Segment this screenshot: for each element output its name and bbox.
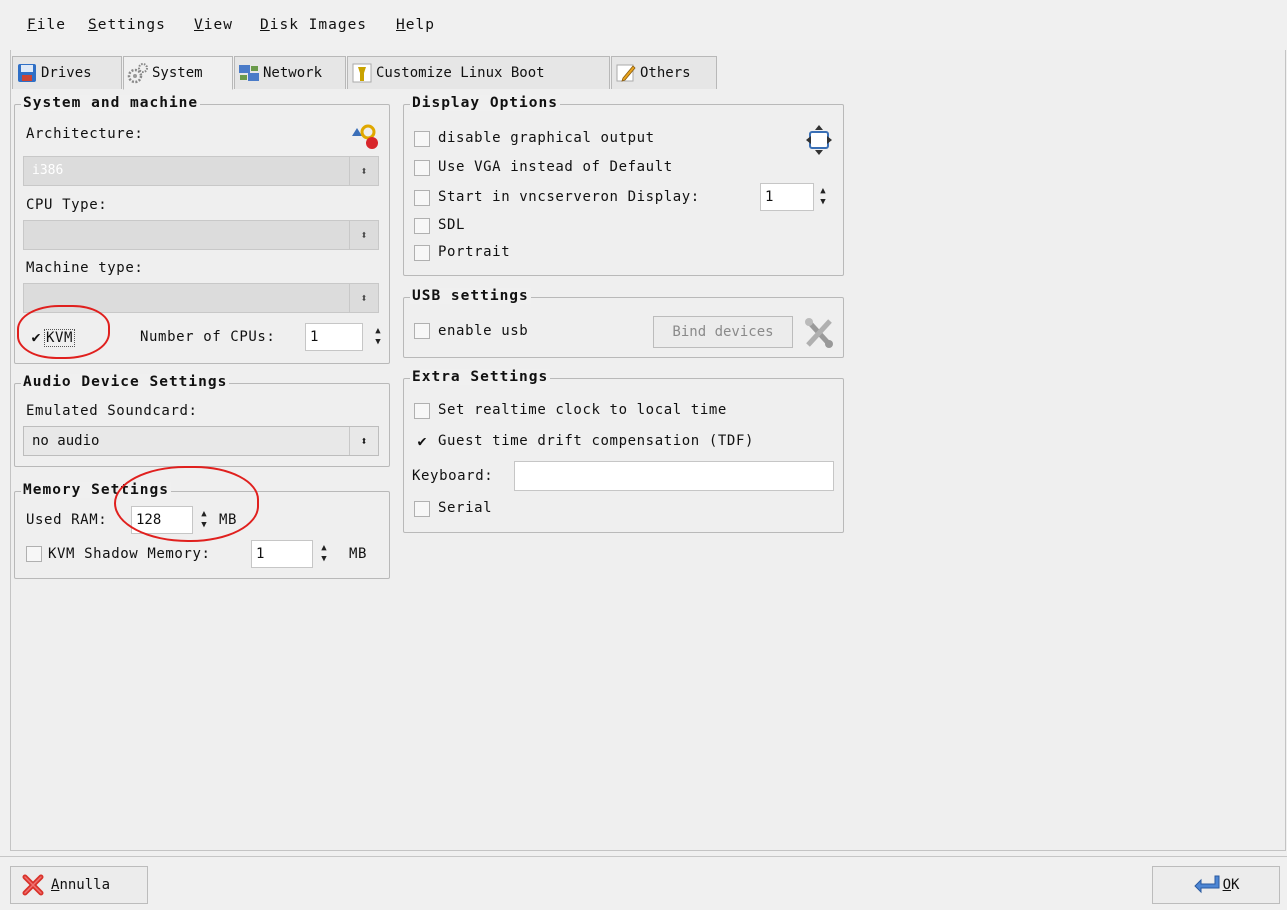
shapes-refresh-icon[interactable]: [348, 120, 382, 150]
architecture-select[interactable]: i386 ⬍: [23, 156, 379, 186]
tab-customize-linux-boot[interactable]: Customize Linux Boot: [347, 56, 610, 89]
audio-title: Audio Device Settings: [21, 374, 230, 390]
num-cpus-label: Number of CPUs:: [140, 329, 276, 345]
kvm-shadow-spinbox[interactable]: 1 ▲ ▼: [251, 540, 327, 568]
rtc-local-label: Set realtime clock to local time: [438, 402, 727, 418]
use-vga-label: Use VGA instead of Default: [438, 159, 673, 175]
vnc-display-value: 1: [765, 189, 774, 205]
updown-arrow-icon: ⬍: [349, 427, 378, 455]
machine-type-label: Machine type:: [26, 260, 144, 276]
tab-network[interactable]: Network: [234, 56, 346, 89]
menu-settings-label: ettings: [97, 17, 166, 33]
menu-bar: File Settings View Disk Images Help: [0, 0, 1287, 50]
tdf-checkbox[interactable]: ✔: [414, 434, 430, 450]
architecture-label: Architecture:: [26, 126, 144, 142]
menu-help-label: elp: [405, 17, 435, 33]
cancel-button[interactable]: Annulla: [10, 866, 148, 904]
menu-settings-mnemonic: S: [88, 17, 98, 33]
tab-network-label: Network: [263, 65, 323, 81]
keyboard-label: Keyboard:: [412, 468, 494, 484]
tools-icon[interactable]: [802, 315, 836, 351]
gears-icon: [127, 63, 148, 84]
tdf-label: Guest time drift compensation (TDF): [438, 433, 755, 449]
start-vnc-label: Start in vncserveron Display:: [438, 189, 700, 205]
display-options-title: Display Options: [410, 95, 560, 111]
menu-disk-mnemonic: D: [260, 17, 270, 33]
updown-arrow-icon: ⬍: [349, 284, 378, 312]
tab-drives[interactable]: Drives: [12, 56, 122, 89]
spin-arrows-icon[interactable]: ▲ ▼: [370, 326, 386, 350]
soundcard-label: Emulated Soundcard:: [26, 403, 198, 419]
menu-view-label: iew: [203, 17, 233, 33]
button-bar: [0, 856, 1287, 910]
kvm-shadow-label: KVM Shadow Memory:: [48, 546, 211, 562]
architecture-value: i386: [32, 163, 64, 178]
enable-usb-label: enable usb: [438, 323, 529, 339]
spin-arrows-icon[interactable]: ▲ ▼: [815, 186, 831, 210]
portrait-label: Portrait: [438, 244, 511, 260]
tab-drives-label: Drives: [41, 65, 92, 81]
soundcard-select[interactable]: no audio ⬍: [23, 426, 379, 456]
vnc-display-spinbox[interactable]: 1 ▲ ▼: [760, 183, 826, 211]
ok-mnemonic: O: [1222, 877, 1231, 893]
rtc-local-checkbox[interactable]: [414, 403, 430, 419]
updown-arrow-icon: ⬍: [349, 157, 378, 185]
menu-file-mnemonic: F: [27, 17, 37, 33]
updown-arrow-icon: ⬍: [349, 221, 378, 249]
sdl-checkbox[interactable]: [414, 218, 430, 234]
display-move-icon[interactable]: [804, 124, 834, 156]
soundcard-value: no audio: [32, 433, 100, 449]
num-cpus-spinbox[interactable]: 1 ▲ ▼: [305, 323, 381, 351]
kvm-shadow-checkbox[interactable]: [26, 546, 42, 562]
network-icon: [239, 65, 259, 81]
menu-view-mnemonic: V: [194, 17, 204, 33]
pencil-edit-icon: [616, 64, 636, 82]
floppy-icon: [18, 64, 36, 82]
num-cpus-value: 1: [310, 329, 319, 345]
usb-title: USB settings: [410, 288, 531, 304]
tab-linux-boot-label: Customize Linux Boot: [376, 65, 545, 81]
portrait-checkbox[interactable]: [414, 245, 430, 261]
cpu-type-label: CPU Type:: [26, 197, 108, 213]
disable-graphical-checkbox[interactable]: [414, 131, 430, 147]
cpu-type-select[interactable]: ⬍: [23, 220, 379, 250]
kvm-annotation-circle: [17, 305, 110, 359]
keyboard-input[interactable]: [514, 461, 834, 491]
disable-graphical-label: disable graphical output: [438, 130, 655, 146]
tab-others-label: Others: [640, 65, 691, 81]
menu-settings[interactable]: Settings: [88, 17, 166, 33]
menu-disk-label: isk Images: [269, 17, 368, 33]
menu-disk-images[interactable]: Disk Images: [260, 17, 367, 33]
ok-button[interactable]: OK: [1152, 866, 1280, 904]
enter-arrow-icon: [1193, 875, 1220, 894]
menu-view[interactable]: View: [194, 17, 233, 33]
used-ram-label: Used RAM:: [26, 512, 108, 528]
serial-checkbox[interactable]: [414, 501, 430, 517]
menu-file[interactable]: File: [27, 17, 66, 33]
spin-arrows-icon[interactable]: ▲ ▼: [316, 543, 332, 567]
menu-file-label: ile: [36, 17, 66, 33]
cancel-label: nnulla: [59, 877, 111, 893]
bind-devices-button[interactable]: Bind devices: [653, 316, 793, 348]
start-vnc-checkbox[interactable]: [414, 190, 430, 206]
kvm-shadow-unit: MB: [349, 546, 368, 562]
tux-boot-icon: [352, 63, 372, 83]
menu-help[interactable]: Help: [396, 17, 435, 33]
tab-others[interactable]: Others: [611, 56, 717, 89]
use-vga-checkbox[interactable]: [414, 160, 430, 176]
kvm-shadow-value: 1: [256, 546, 265, 562]
enable-usb-checkbox[interactable]: [414, 323, 430, 339]
menu-help-mnemonic: H: [396, 17, 406, 33]
tab-system-label: System: [152, 65, 203, 81]
cancel-x-icon: [22, 874, 44, 896]
tab-system[interactable]: System: [123, 56, 233, 90]
bind-devices-label: Bind devices: [672, 324, 774, 340]
serial-label: Serial: [438, 500, 493, 516]
ok-label: K: [1231, 877, 1240, 893]
sdl-label: SDL: [438, 217, 466, 233]
system-machine-title: System and machine: [21, 95, 201, 111]
memory-annotation-circle: [114, 466, 259, 542]
extra-settings-title: Extra Settings: [410, 369, 551, 385]
